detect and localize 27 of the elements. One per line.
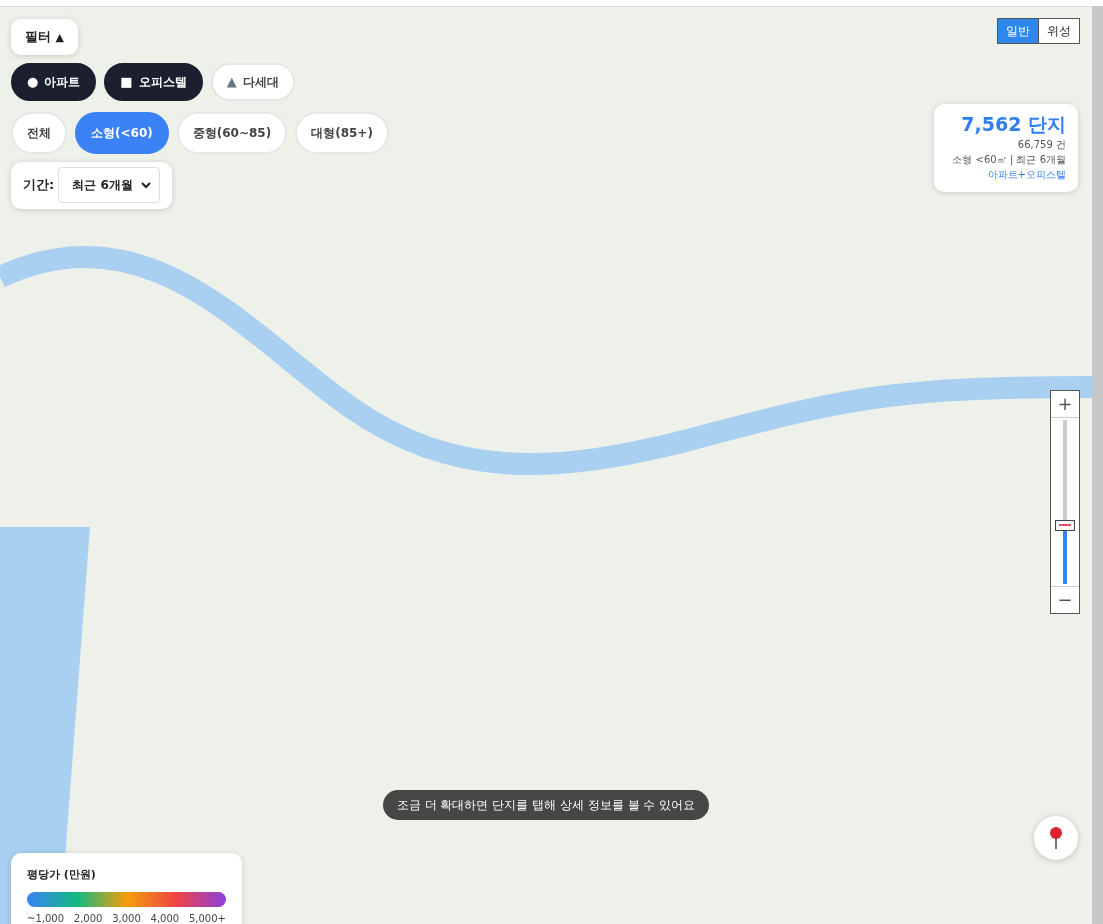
property-type-toggle[interactable]: ▲ 다세대 <box>210 63 295 101</box>
size-filter-chip[interactable]: 소형(<60) <box>75 112 169 154</box>
hint-toast: 조금 더 확대하면 단지를 탭해 상세 정보를 볼 수 있어요 <box>382 790 710 820</box>
scale-tick-label: ~1,000 <box>27 911 64 924</box>
map-type-tab[interactable]: 일반 <box>998 19 1038 43</box>
map-type-tab[interactable]: 위성 <box>1038 19 1079 43</box>
size-filter-chip[interactable]: 대형(85+) <box>295 112 389 154</box>
complex-count: 7,562 단지 <box>960 112 1066 137</box>
scale-tick-label: 4,000 <box>150 911 180 924</box>
scale-tick-label: 5,000+ <box>188 911 226 924</box>
filter-criteria: 소형 <60㎡ | 최근 6개월 <box>952 152 1066 167</box>
scrollbar[interactable] <box>1092 6 1103 924</box>
zoom-slider-thumb[interactable] <box>1055 519 1075 531</box>
period-select[interactable]: 최근 6개월 <box>58 167 160 203</box>
property-type-toggle[interactable]: ● 아파트 <box>11 63 97 101</box>
pin-icon <box>1049 826 1063 850</box>
trade-count: 66,759 건 <box>1016 137 1066 152</box>
size-filter-chip[interactable]: 중형(60~85) <box>176 112 288 154</box>
period-label: 기간: <box>23 176 55 195</box>
legend-title: 평당가 (만원) <box>27 867 97 883</box>
scale-tick-label: 2,000 <box>73 911 103 924</box>
property-types-summary: 아파트+오피스텔 <box>986 167 1066 182</box>
property-type-toggle[interactable]: ■ 오피스텔 <box>104 63 203 101</box>
scale-tick-label: 3,000 <box>112 911 141 924</box>
filter-toggle[interactable]: 필터 ▲ <box>11 19 78 55</box>
chevron-down-icon <box>140 181 151 189</box>
zoom-slider-track[interactable] <box>1054 420 1076 584</box>
